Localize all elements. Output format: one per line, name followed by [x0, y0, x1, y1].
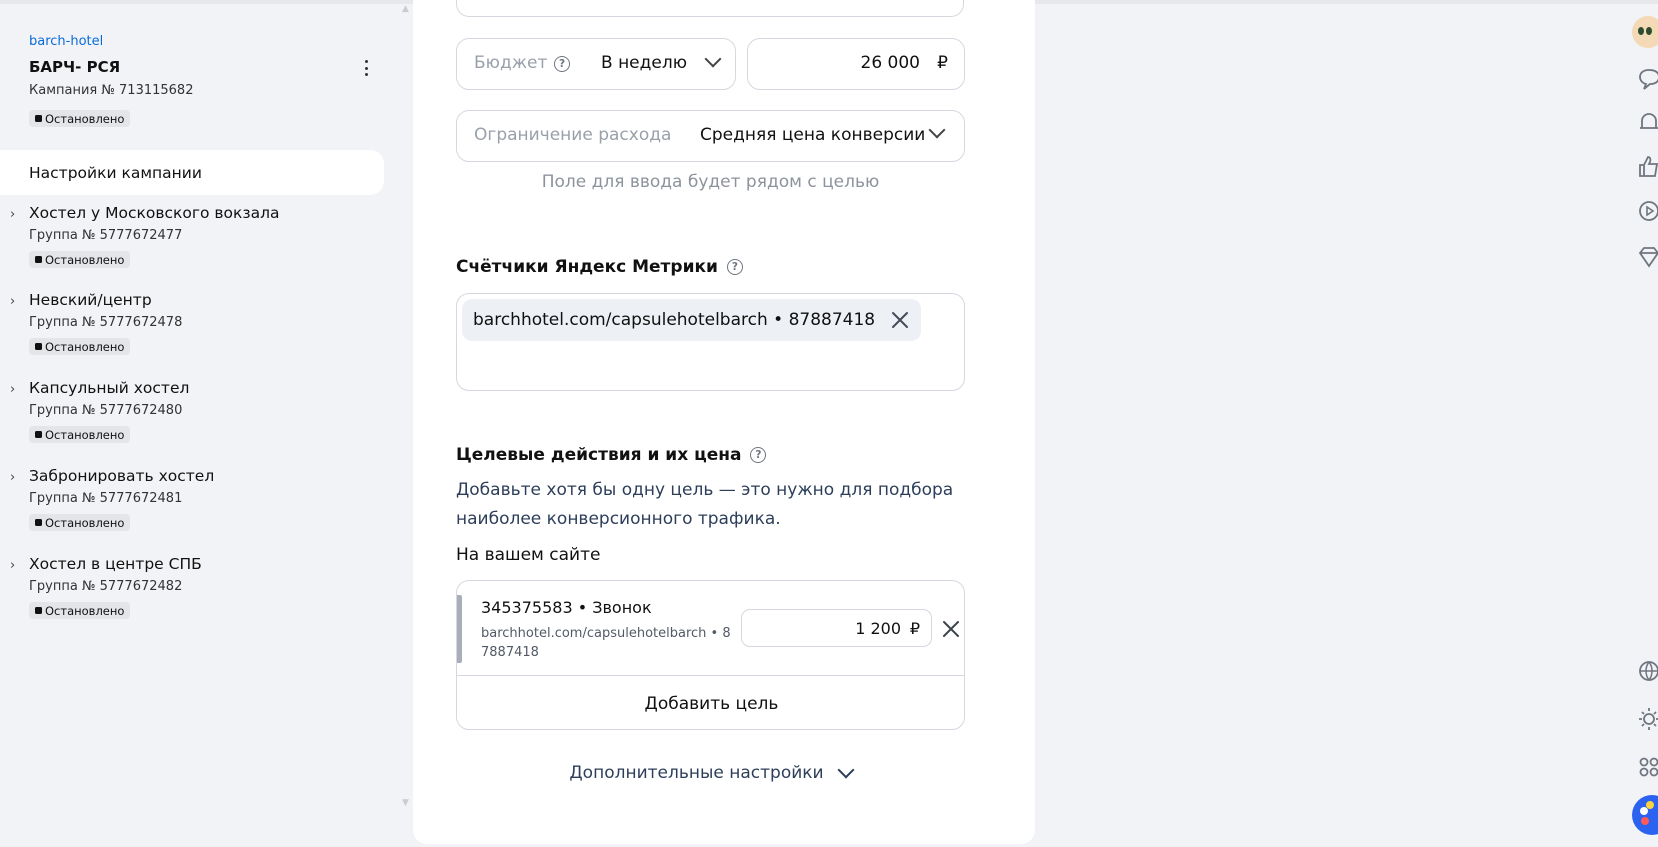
- counters-title: Счётчики Яндекс Метрики ?: [456, 257, 743, 277]
- previous-field[interactable]: [456, 0, 964, 17]
- group-status-badge: Остановлено: [29, 251, 131, 268]
- status-text: Остановлено: [45, 111, 125, 126]
- group-number: Группа № 5777672482: [29, 579, 183, 594]
- spend-limit-label: Ограничение расхода: [474, 125, 672, 145]
- like-icon[interactable]: [1638, 154, 1658, 180]
- status-text: Остановлено: [45, 339, 125, 354]
- avatar[interactable]: [1632, 16, 1658, 48]
- currency-symbol: ₽: [937, 53, 948, 73]
- campaign-status-badge: Остановлено: [29, 110, 131, 127]
- sidebar-group-item[interactable]: › Невский/центр Группа № 5777672478 Оста…: [0, 291, 380, 363]
- stopped-icon: [35, 343, 42, 350]
- status-text: Остановлено: [45, 603, 125, 618]
- more-settings-toggle[interactable]: Дополнительные настройки: [456, 761, 965, 783]
- stopped-icon: [35, 431, 42, 438]
- group-name: Хостел у Московского вокзала: [29, 204, 280, 222]
- chevron-down-icon: [704, 50, 722, 68]
- chevron-right-icon[interactable]: ›: [10, 470, 15, 485]
- budget-label: Бюджет: [474, 53, 548, 73]
- stopped-icon: [35, 607, 42, 614]
- color-palette-icon[interactable]: [1632, 795, 1658, 835]
- chevron-down-icon: [837, 761, 855, 779]
- close-icon[interactable]: [890, 310, 910, 330]
- status-text: Остановлено: [45, 427, 125, 442]
- group-status-badge: Остановлено: [29, 514, 131, 531]
- group-name: Забронировать хостел: [29, 467, 215, 485]
- group-number: Группа № 5777672478: [29, 315, 183, 330]
- chevron-right-icon[interactable]: ›: [10, 207, 15, 222]
- goals-list: 345375583 • Звонок barchhotel.com/capsul…: [456, 580, 965, 730]
- stopped-icon: [35, 115, 42, 122]
- campaign-title: БАРЧ- РСЯ: [29, 58, 121, 76]
- chevron-right-icon[interactable]: ›: [10, 558, 15, 573]
- spend-limit-select[interactable]: Ограничение расхода Средняя цена конверс…: [456, 110, 965, 162]
- diamond-icon[interactable]: [1638, 244, 1658, 270]
- group-number: Группа № 5777672477: [29, 228, 183, 243]
- sidebar-group-item[interactable]: › Хостел в центре СПБ Группа № 577767248…: [0, 555, 380, 627]
- goal-price-value: 1 200: [855, 619, 901, 638]
- counter-chip: barchhotel.com/capsulehotelbarch • 87887…: [462, 299, 921, 341]
- group-name: Невский/центр: [29, 291, 152, 309]
- more-settings-label: Дополнительные настройки: [569, 763, 824, 783]
- group-status-badge: Остановлено: [29, 338, 131, 355]
- sidebar-item-campaign-settings[interactable]: Настройки кампании: [0, 150, 384, 195]
- globe-icon[interactable]: [1638, 658, 1658, 684]
- goals-description: Добавьте хотя бы одну цель — это нужно д…: [456, 480, 954, 529]
- close-icon[interactable]: [941, 619, 961, 639]
- status-text: Остановлено: [45, 515, 125, 530]
- status-text: Остановлено: [45, 252, 125, 267]
- goal-price-input[interactable]: 1 200 ₽: [741, 609, 932, 647]
- group-number: Группа № 5777672480: [29, 403, 183, 418]
- budget-period-value: В неделю: [601, 53, 688, 73]
- counters-title-text: Счётчики Яндекс Метрики: [456, 257, 718, 277]
- budget-amount-value: 26 000: [860, 53, 920, 73]
- group-name: Хостел в центре СПБ: [29, 555, 202, 573]
- goal-title: 345375583 • Звонок: [481, 598, 652, 617]
- play-icon[interactable]: [1638, 198, 1658, 224]
- campaign-login-link[interactable]: barch-hotel: [29, 34, 103, 49]
- onsite-label: На вашем сайте: [456, 545, 601, 565]
- help-circle-icon[interactable]: ?: [750, 447, 767, 463]
- add-goal-button[interactable]: Добавить цель: [457, 676, 964, 729]
- goal-marker: [457, 595, 462, 663]
- stopped-icon: [35, 519, 42, 526]
- sidebar-item-label: Настройки кампании: [29, 163, 202, 182]
- chevron-right-icon[interactable]: ›: [10, 382, 15, 397]
- goals-title: Целевые действия и их цена ?: [456, 445, 767, 465]
- campaign-number: Кампания № 713115682: [29, 83, 194, 98]
- sidebar-group-item[interactable]: › Забронировать хостел Группа № 57776724…: [0, 467, 380, 539]
- help-circle-icon[interactable]: ?: [726, 259, 743, 275]
- sidebar-group-item[interactable]: › Капсульный хостел Группа № 5777672480 …: [0, 379, 380, 451]
- counter-chip-label: barchhotel.com/capsulehotelbarch • 87887…: [473, 310, 876, 330]
- chevron-down-icon: [928, 121, 946, 139]
- goals-title-text: Целевые действия и их цена: [456, 445, 742, 465]
- budget-amount-input[interactable]: 26 000 ₽: [747, 38, 965, 90]
- kebab-menu-icon[interactable]: [358, 58, 374, 78]
- group-number: Группа № 5777672481: [29, 491, 183, 506]
- chat-icon[interactable]: [1638, 66, 1658, 92]
- sun-icon[interactable]: [1638, 706, 1658, 732]
- spend-limit-value: Средняя цена конверсии: [700, 125, 926, 145]
- metrika-counters-input[interactable]: barchhotel.com/capsulehotelbarch • 87887…: [456, 293, 965, 391]
- apps-icon[interactable]: [1638, 754, 1658, 780]
- help-circle-icon[interactable]: ?: [554, 56, 570, 72]
- sidebar-group-item[interactable]: › Хостел у Московского вокзала Группа № …: [0, 204, 380, 276]
- spend-limit-hint: Поле для ввода будет рядом с целью: [541, 172, 880, 192]
- goal-subtitle: barchhotel.com/capsulehotelbarch • 87887…: [481, 626, 731, 660]
- group-name: Капсульный хостел: [29, 379, 190, 397]
- chevron-right-icon[interactable]: ›: [10, 294, 15, 309]
- sidebar-scroll-down-icon[interactable]: ▼: [402, 798, 412, 810]
- sidebar-scroll-up-icon[interactable]: ▲: [402, 4, 412, 16]
- group-status-badge: Остановлено: [29, 602, 131, 619]
- currency-symbol: ₽: [909, 619, 920, 638]
- stopped-icon: [35, 256, 42, 263]
- goal-item: 345375583 • Звонок barchhotel.com/capsul…: [457, 581, 964, 676]
- settings-panel: Бюджет В неделю ? 26 000 ₽ Ограничение р…: [413, 0, 1035, 844]
- bell-icon[interactable]: [1638, 110, 1658, 136]
- budget-period-select[interactable]: Бюджет В неделю: [456, 38, 736, 90]
- group-status-badge: Остановлено: [29, 426, 131, 443]
